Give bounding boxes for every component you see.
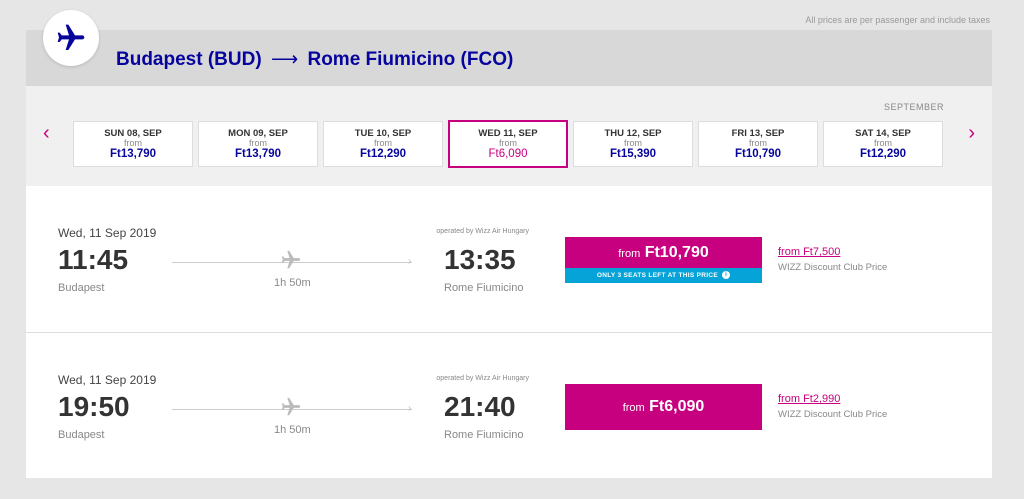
destination-label: Rome Fiumicino (FCO) [307, 49, 514, 70]
fare-from: from [622, 402, 645, 414]
month-label: SEPTEMBER [883, 102, 944, 112]
day-from: from [374, 138, 392, 148]
route-title: Budapest (BUD) ⟶ Rome Fiumicino (FCO) [116, 48, 513, 71]
price-note: All prices are per passenger and include… [805, 15, 990, 25]
day-from: from [874, 138, 892, 148]
day-price: Ft13,790 [234, 148, 282, 160]
route-arrow-icon: ⟶ [270, 49, 299, 70]
day-price: Ft12,290 [359, 148, 407, 160]
arrival-city: Rome Fiumicino [444, 282, 524, 294]
club-price: Ft2,990 [803, 393, 841, 405]
fare-price: Ft6,090 [649, 398, 705, 415]
select-fare-button[interactable]: from Ft10,790 ONLY 3 SEATS LEFT AT THIS … [565, 237, 762, 283]
club-from: from [778, 393, 800, 405]
day-card-sun-08[interactable]: SUN 08, SEP from Ft13,790 [73, 121, 193, 167]
plane-icon [280, 249, 302, 276]
route-header: Budapest (BUD) ⟶ Rome Fiumicino (FCO) [26, 30, 992, 86]
day-price: Ft15,390 [609, 148, 657, 160]
club-price-label: WIZZ Discount Club Price [778, 409, 888, 420]
day-price: Ft6,090 [488, 148, 528, 160]
origin-label: Budapest (BUD) [116, 49, 262, 70]
day-from: from [749, 138, 767, 148]
departure-city: Budapest [58, 282, 105, 294]
plane-logo-icon [43, 10, 99, 66]
route-line-arrow-icon: › [408, 256, 412, 267]
day-card-thu-12[interactable]: THU 12, SEP from Ft15,390 [573, 121, 693, 167]
club-price-label: WIZZ Discount Club Price [778, 262, 888, 273]
fare-from: from [618, 248, 641, 260]
day-card-mon-09[interactable]: MON 09, SEP from Ft13,790 [198, 121, 318, 167]
flight-duration: 1h 50m [274, 424, 311, 436]
day-price: Ft12,290 [859, 148, 907, 160]
day-card-fri-13[interactable]: FRI 13, SEP from Ft10,790 [698, 121, 818, 167]
day-from: from [124, 138, 142, 148]
info-icon[interactable]: i [722, 271, 731, 280]
club-price-link[interactable]: from Ft2,990 [778, 393, 840, 405]
operated-by: operated by Wizz Air Hungary [436, 228, 529, 235]
club-price: Ft7,500 [803, 246, 841, 258]
day-from: from [624, 138, 642, 148]
next-week-chevron-icon[interactable]: › [968, 122, 975, 145]
day-card-sat-14[interactable]: SAT 14, SEP from Ft12,290 [823, 121, 943, 167]
select-fare-button[interactable]: from Ft6,090 [565, 384, 762, 430]
departure-time: 11:45 [58, 244, 129, 275]
flight-date: Wed, 11 Sep 2019 [58, 226, 157, 240]
flight-row: Wed, 11 Sep 2019 11:45 Budapest › 1h 50m… [26, 186, 992, 332]
flight-list: Wed, 11 Sep 2019 11:45 Budapest › 1h 50m… [26, 186, 992, 478]
operated-by: operated by Wizz Air Hungary [436, 375, 529, 382]
seats-left-text: ONLY 3 SEATS LEFT AT THIS PRICE [596, 272, 719, 279]
day-price: Ft13,790 [109, 148, 157, 160]
arrival-time: 21:40 [444, 391, 516, 422]
arrival-city: Rome Fiumicino [444, 429, 524, 441]
flight-date: Wed, 11 Sep 2019 [58, 373, 157, 387]
day-card-wed-11-selected[interactable]: WED 11, SEP from Ft6,090 [448, 120, 568, 168]
route-line-arrow-icon: › [408, 403, 412, 414]
date-selector: SEPTEMBER ‹ › SUN 08, SEP from Ft13,790 … [26, 86, 992, 186]
fare-price: Ft10,790 [644, 244, 709, 261]
departure-city: Budapest [58, 429, 105, 441]
flight-row: Wed, 11 Sep 2019 19:50 Budapest › 1h 50m… [26, 332, 992, 478]
club-from: from [778, 246, 800, 258]
departure-time: 19:50 [58, 391, 130, 422]
day-card-tue-10[interactable]: TUE 10, SEP from Ft12,290 [323, 121, 443, 167]
day-from: from [249, 138, 267, 148]
seats-left-banner: ONLY 3 SEATS LEFT AT THIS PRICE i [565, 268, 762, 283]
flight-duration: 1h 50m [274, 277, 311, 289]
prev-week-chevron-icon[interactable]: ‹ [43, 122, 50, 145]
day-price: Ft10,790 [734, 148, 782, 160]
plane-icon [280, 396, 302, 423]
club-price-link[interactable]: from Ft7,500 [778, 246, 840, 258]
arrival-time: 13:35 [444, 244, 516, 275]
day-from: from [499, 138, 517, 148]
